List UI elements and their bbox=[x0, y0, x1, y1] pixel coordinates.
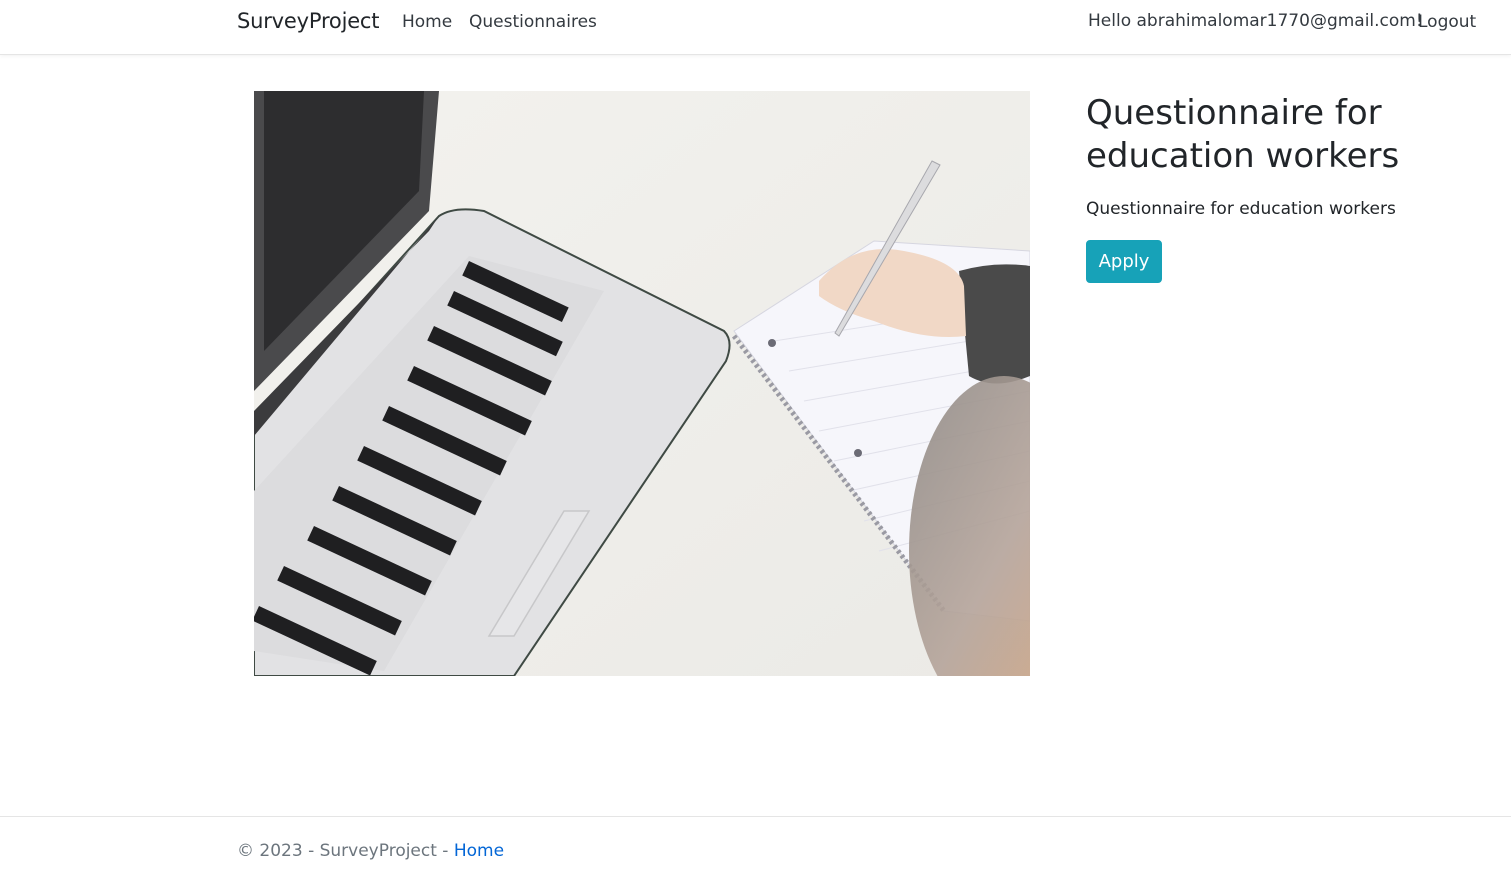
brand-link[interactable]: SurveyProject bbox=[237, 9, 380, 33]
laptop-photo-illustration bbox=[254, 91, 1030, 676]
questionnaire-description: Questionnaire for education workers bbox=[1086, 199, 1396, 219]
footer-text: © 2023 - SurveyProject - Home bbox=[237, 841, 504, 861]
navbar: SurveyProject Home Questionnaires Hello … bbox=[0, 0, 1511, 55]
nav-home-link[interactable]: Home bbox=[402, 12, 452, 32]
apply-button[interactable]: Apply bbox=[1086, 240, 1162, 283]
footer-copyright: © 2023 - SurveyProject - bbox=[237, 841, 454, 861]
footer-home-link[interactable]: Home bbox=[454, 841, 504, 861]
questionnaire-title: Questionnaire for education workers bbox=[1086, 93, 1400, 176]
nav-questionnaires-link[interactable]: Questionnaires bbox=[469, 12, 597, 32]
user-greeting[interactable]: Hello abrahimalomar1770@gmail.com! bbox=[1088, 11, 1423, 31]
logout-link[interactable]: Logout bbox=[1418, 12, 1476, 32]
footer: © 2023 - SurveyProject - Home bbox=[0, 816, 1511, 882]
questionnaire-image bbox=[254, 91, 1030, 676]
